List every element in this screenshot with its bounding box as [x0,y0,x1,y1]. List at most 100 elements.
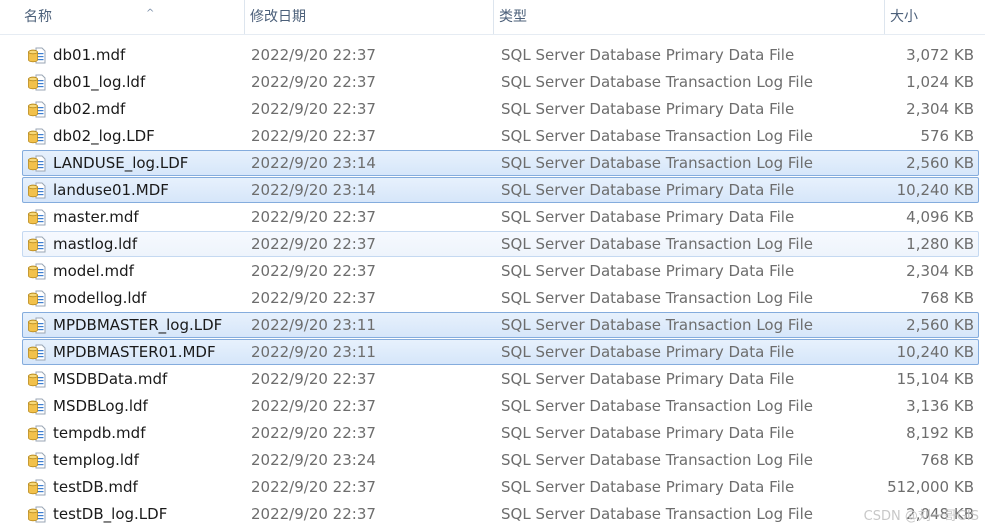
column-date-label: 修改日期 [250,9,306,25]
column-header-name[interactable]: 名称 ^ [22,0,242,34]
file-name: model.mdf [53,262,134,280]
file-name: db02.mdf [53,100,126,118]
file-modified-date: 2022/9/20 22:37 [251,370,376,388]
sql-database-file-icon [28,479,46,496]
file-modified-date: 2022/9/20 22:37 [251,424,376,442]
file-name: modellog.ldf [53,289,147,307]
sql-database-file-icon [28,47,46,64]
file-row[interactable]: landuse01.MDF 2022/9/20 23:14 SQL Server D… [22,177,979,203]
file-row[interactable]: testDB_log.LDF 2022/9/20 22:37 SQL Server … [22,501,979,527]
file-size: 1,280 KB [906,235,974,253]
file-row[interactable]: mastlog.ldf 2022/9/20 22:37 SQL Server Dat… [22,231,979,257]
column-size-label: 大小 [890,9,918,25]
file-type: SQL Server Database Primary Data File [501,100,795,118]
file-row[interactable]: templog.ldf 2022/9/20 23:24 SQL Server Dat… [22,447,979,473]
column-divider[interactable] [244,0,245,34]
file-row[interactable]: db01_log.ldf 2022/9/20 22:37 SQL Server Da… [22,69,979,95]
column-header-size[interactable]: 大小 [888,0,985,34]
file-modified-date: 2022/9/20 23:14 [251,154,376,172]
file-row[interactable]: db02_log.LDF 2022/9/20 22:37 SQL Server Da… [22,123,979,149]
file-row[interactable]: MPDBMASTER_log.LDF 2022/9/20 23:11 SQL Ser… [22,312,979,338]
file-modified-date: 2022/9/20 23:11 [251,343,376,361]
sql-database-file-icon [28,425,46,442]
column-divider[interactable] [493,0,494,34]
file-name: mastlog.ldf [53,235,138,253]
file-name: landuse01.MDF [53,181,169,199]
file-name: LANDUSE_log.LDF [53,154,189,172]
file-size: 2,560 KB [906,154,974,172]
sql-database-file-icon [28,74,46,91]
sql-database-file-icon [28,317,46,334]
sql-database-file-icon [28,236,46,253]
file-type: SQL Server Database Primary Data File [501,208,795,226]
file-type: SQL Server Database Transaction Log File [501,154,813,172]
file-type: SQL Server Database Primary Data File [501,46,795,64]
file-size: 15,104 KB [896,370,974,388]
file-modified-date: 2022/9/20 22:37 [251,397,376,415]
column-header-type[interactable]: 类型 [497,0,883,34]
file-row[interactable]: model.mdf 2022/9/20 22:37 SQL Server Datab… [22,258,979,284]
file-row[interactable]: LANDUSE_log.LDF 2022/9/20 23:14 SQL Server… [22,150,979,176]
file-type: SQL Server Database Transaction Log File [501,316,813,334]
sql-database-file-icon [28,398,46,415]
file-type: SQL Server Database Transaction Log File [501,451,813,469]
file-size: 2,304 KB [906,262,974,280]
file-size: 2,304 KB [906,100,974,118]
file-size: 3,072 KB [906,46,974,64]
file-size: 10,240 KB [896,181,974,199]
sort-ascending-icon: ^ [146,8,155,19]
file-size: 2,560 KB [906,316,974,334]
column-name-label: 名称 [24,9,52,25]
file-row[interactable]: modellog.ldf 2022/9/20 22:37 SQL Server Da… [22,285,979,311]
column-divider[interactable] [884,0,885,34]
file-row[interactable]: MPDBMASTER01.MDF 2022/9/20 23:11 SQL Serve… [22,339,979,365]
file-row[interactable]: db01.mdf 2022/9/20 22:37 SQL Server Databa… [22,42,979,68]
file-row[interactable]: tempdb.mdf 2022/9/20 22:37 SQL Server Data… [22,420,979,446]
sql-database-file-icon [28,344,46,361]
file-type: SQL Server Database Primary Data File [501,370,795,388]
file-name: MSDBLog.ldf [53,397,148,415]
file-size: 512,000 KB [887,478,974,496]
file-modified-date: 2022/9/20 22:37 [251,478,376,496]
file-type: SQL Server Database Transaction Log File [501,397,813,415]
sql-database-file-icon [28,506,46,523]
sql-database-file-icon [28,209,46,226]
file-modified-date: 2022/9/20 22:37 [251,100,376,118]
file-row[interactable]: MSDBLog.ldf 2022/9/20 22:37 SQL Server Dat… [22,393,979,419]
file-name: templog.ldf [53,451,139,469]
file-row[interactable]: MSDBData.mdf 2022/9/20 22:37 SQL Server Da… [22,366,979,392]
file-modified-date: 2022/9/20 23:14 [251,181,376,199]
file-size: 10,240 KB [896,343,974,361]
file-name: MPDBMASTER01.MDF [53,343,216,361]
sql-database-file-icon [28,182,46,199]
file-name: master.mdf [53,208,139,226]
file-type: SQL Server Database Primary Data File [501,478,795,496]
file-size: 4,096 KB [906,208,974,226]
file-name: MSDBData.mdf [53,370,168,388]
sql-database-file-icon [28,452,46,469]
file-row[interactable]: master.mdf 2022/9/20 22:37 SQL Server Data… [22,204,979,230]
file-type: SQL Server Database Transaction Log File [501,127,813,145]
file-modified-date: 2022/9/20 23:11 [251,316,376,334]
file-modified-date: 2022/9/20 22:37 [251,73,376,91]
file-modified-date: 2022/9/20 22:37 [251,127,376,145]
column-type-label: 类型 [499,9,527,25]
file-row[interactable]: db02.mdf 2022/9/20 22:37 SQL Server Databa… [22,96,979,122]
file-row[interactable]: testDB.mdf 2022/9/20 22:37 SQL Server Data… [22,474,979,500]
file-modified-date: 2022/9/20 23:24 [251,451,376,469]
file-name: db01.mdf [53,46,126,64]
sql-database-file-icon [28,290,46,307]
file-type: SQL Server Database Primary Data File [501,181,795,199]
file-size: 1,024 KB [906,73,974,91]
column-header-date[interactable]: 修改日期 [248,0,492,34]
file-type: SQL Server Database Transaction Log File [501,73,813,91]
file-name: tempdb.mdf [53,424,146,442]
file-type: SQL Server Database Transaction Log File [501,289,813,307]
file-size: 768 KB [920,289,974,307]
file-size: 768 KB [920,451,974,469]
file-name: db01_log.ldf [53,73,146,91]
file-type: SQL Server Database Transaction Log File [501,505,813,523]
file-type: SQL Server Database Primary Data File [501,343,795,361]
file-name: testDB.mdf [53,478,138,496]
watermark: CSDN @刘一哥GIS [863,509,979,524]
